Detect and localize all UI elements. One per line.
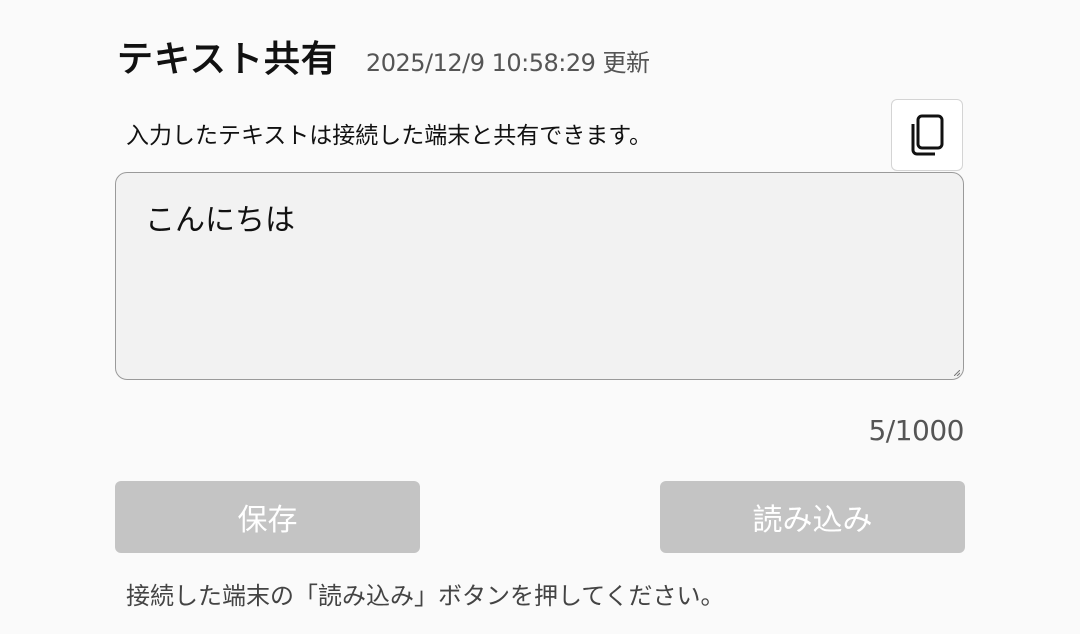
page-title: テキスト共有 (117, 39, 338, 80)
shared-text-value: こんにちは (145, 203, 295, 238)
char-count: 5/1000 (868, 414, 964, 447)
copy-icon (911, 114, 944, 156)
load-button[interactable]: 読み込み (660, 481, 965, 553)
resize-handle-icon[interactable] (954, 370, 960, 376)
save-button[interactable]: 保存 (115, 481, 420, 553)
copy-button[interactable] (891, 99, 963, 171)
instruction-text: 接続した端末の「読み込み」ボタンを押してください。 (126, 582, 725, 610)
shared-text-area[interactable]: こんにちは (115, 172, 964, 380)
description-text: 入力したテキストは接続した端末と共有できます。 (126, 123, 653, 149)
updated-timestamp: 2025/12/9 10:58:29 更新 (365, 49, 650, 77)
header: テキスト共有 2025/12/9 10:58:29 更新 (117, 30, 650, 82)
